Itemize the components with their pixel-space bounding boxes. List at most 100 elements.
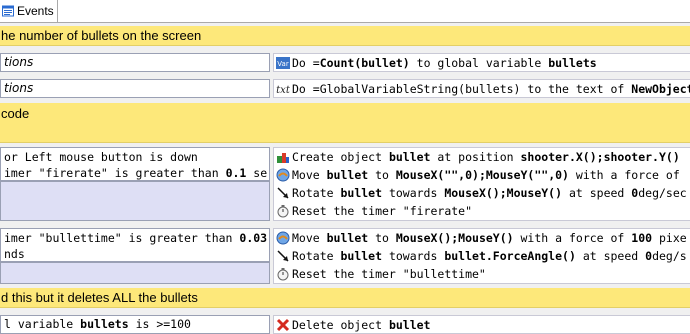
create-object-icon bbox=[276, 150, 290, 164]
timer-icon bbox=[276, 267, 290, 281]
comment-row[interactable]: he number of bullets on the screen bbox=[0, 26, 690, 46]
condition-line: or Left mouse button is down bbox=[4, 149, 269, 165]
parameter-value: bullet bbox=[340, 186, 383, 200]
text-fragment: at speed bbox=[575, 249, 646, 263]
text-fragment: imer "firerate" is greater than bbox=[4, 166, 226, 180]
svg-text:txt: txt bbox=[276, 85, 290, 95]
parameter-value: bullet bbox=[388, 150, 431, 164]
action-text: Create object bullet at position shooter… bbox=[292, 150, 680, 164]
parameter-value: bullets bbox=[80, 317, 129, 331]
timer-icon bbox=[276, 204, 290, 218]
parameter-value: NewObject bbox=[631, 82, 690, 96]
action-row[interactable]: Reset the timer "firerate" bbox=[274, 202, 690, 220]
comment-row[interactable]: code bbox=[0, 103, 690, 143]
text-fragment: imer "bullettime" is greater than bbox=[4, 231, 240, 245]
parameter-value: MouseX();MouseY() bbox=[395, 231, 514, 245]
action-row[interactable]: Rotate bullet towards MouseX();MouseY() … bbox=[274, 184, 690, 202]
tab-events[interactable]: Events bbox=[0, 0, 58, 22]
parameter-value: 0.1 bbox=[225, 166, 247, 180]
rotate-icon bbox=[276, 186, 290, 200]
comment-text: d this but it deletes ALL the bullets bbox=[1, 290, 198, 305]
comment-text: code bbox=[1, 106, 30, 121]
variable-icon: Var bbox=[276, 56, 290, 70]
text-fragment: is >=100 bbox=[128, 317, 191, 331]
condition-text: tions bbox=[4, 55, 34, 69]
rotate-icon bbox=[276, 249, 290, 263]
parameter-value: MouseX("",0);MouseY("",0) bbox=[395, 168, 569, 182]
condition-box[interactable]: tions bbox=[0, 79, 270, 98]
text-fragment: Reset the timer "bullettime" bbox=[292, 267, 486, 281]
text-fragment: to bbox=[368, 231, 396, 245]
action-text: Rotate bullet towards MouseX();MouseY() … bbox=[292, 186, 687, 200]
parameter-value: bullets bbox=[548, 56, 597, 70]
text-fragment: Do =GlobalVariableString(bullets) to the… bbox=[292, 82, 632, 96]
svg-text:Var: Var bbox=[277, 60, 289, 68]
action-text: Rotate bullet towards bullet.ForceAngle(… bbox=[292, 249, 687, 263]
parameter-value: shooter.X();shooter.Y() bbox=[520, 150, 680, 164]
tab-bar: Events bbox=[0, 0, 690, 23]
text-fragment: towards bbox=[382, 186, 445, 200]
text-fragment: at speed bbox=[562, 186, 632, 200]
action-text: Delete object bullet bbox=[292, 318, 430, 332]
condition-box[interactable]: tions bbox=[0, 53, 270, 72]
condition-line: imer "firerate" is greater than 0.1 se bbox=[4, 165, 269, 180]
text-fragment: with a force of bbox=[513, 231, 632, 245]
action-row[interactable]: Create object bullet at position shooter… bbox=[274, 148, 690, 166]
condition-area[interactable] bbox=[0, 262, 270, 284]
action-text: Reset the timer "bullettime" bbox=[292, 267, 486, 281]
text-fragment: towards bbox=[382, 249, 445, 263]
action-text: Move bullet to MouseX("",0);MouseY("",0)… bbox=[292, 168, 680, 182]
parameter-value: bullet bbox=[326, 231, 369, 245]
action-row[interactable]: Var Do =Count(bullet) to global variable… bbox=[274, 54, 690, 71]
action-text: Do =GlobalVariableString(bullets) to the… bbox=[292, 82, 690, 96]
parameter-value: bullet bbox=[340, 249, 383, 263]
force-icon bbox=[276, 168, 290, 182]
text-fragment: to global variable bbox=[409, 56, 549, 70]
comment-text: he number of bullets on the screen bbox=[1, 28, 202, 43]
action-row[interactable]: Delete object bullet bbox=[274, 316, 690, 333]
text-fragment: Delete object bbox=[292, 318, 389, 332]
parameter-value: MouseX();MouseY() bbox=[444, 186, 563, 200]
comment-row[interactable]: d this but it deletes ALL the bullets bbox=[0, 288, 690, 308]
text-fragment: at position bbox=[430, 150, 521, 164]
condition-box[interactable]: l variable bullets is >=100 bbox=[0, 315, 270, 334]
text-fragment: se bbox=[246, 166, 268, 180]
condition-line: imer "bullettime" is greater than 0.03 bbox=[4, 230, 269, 246]
condition-area[interactable] bbox=[0, 181, 270, 221]
text-icon: txt bbox=[276, 82, 290, 96]
condition-line: l variable bullets is >=100 bbox=[4, 317, 191, 331]
parameter-value: 100 bbox=[631, 231, 653, 245]
action-row[interactable]: Rotate bullet towards bullet.ForceAngle(… bbox=[274, 247, 690, 265]
text-fragment: Move bbox=[292, 231, 327, 245]
text-fragment: with a force of bbox=[568, 168, 680, 182]
text-fragment: pixe bbox=[652, 231, 687, 245]
text-fragment: or Left mouse button is down bbox=[4, 150, 198, 164]
text-fragment: nds bbox=[4, 247, 25, 261]
parameter-value: Count(bullet) bbox=[319, 56, 410, 70]
action-row[interactable]: Reset the timer "bullettime" bbox=[274, 265, 690, 283]
action-box[interactable]: Delete object bullet bbox=[273, 315, 690, 334]
action-row[interactable]: Move bullet to MouseX("",0);MouseY("",0)… bbox=[274, 166, 690, 184]
action-box[interactable]: Move bullet to MouseX();MouseY() with a … bbox=[273, 228, 690, 284]
action-box[interactable]: txt Do =GlobalVariableString(bullets) to… bbox=[273, 79, 690, 98]
text-fragment: Move bbox=[292, 168, 327, 182]
text-fragment: Create object bbox=[292, 150, 389, 164]
action-box[interactable]: Create object bullet at position shooter… bbox=[273, 147, 690, 221]
condition-line: nds bbox=[4, 246, 269, 261]
action-box[interactable]: Var Do =Count(bullet) to global variable… bbox=[273, 53, 690, 72]
condition-box[interactable]: imer "bullettime" is greater than 0.03 n… bbox=[0, 228, 270, 262]
parameter-value: bullet bbox=[388, 318, 431, 332]
events-icon bbox=[2, 5, 14, 17]
action-row[interactable]: txt Do =GlobalVariableString(bullets) to… bbox=[274, 80, 690, 97]
text-fragment: Reset the timer "firerate" bbox=[292, 204, 473, 218]
text-fragment: to bbox=[368, 168, 396, 182]
parameter-value: bullet.ForceAngle() bbox=[444, 249, 576, 263]
parameter-value: bullet bbox=[326, 168, 369, 182]
text-fragment: l variable bbox=[4, 317, 81, 331]
delete-icon bbox=[276, 318, 290, 332]
text-fragment: Rotate bbox=[292, 249, 341, 263]
tab-label: Events bbox=[17, 4, 54, 18]
condition-box[interactable]: or Left mouse button is down imer "firer… bbox=[0, 147, 270, 181]
text-fragment: deg/sec bbox=[638, 186, 687, 200]
action-row[interactable]: Move bullet to MouseX();MouseY() with a … bbox=[274, 229, 690, 247]
